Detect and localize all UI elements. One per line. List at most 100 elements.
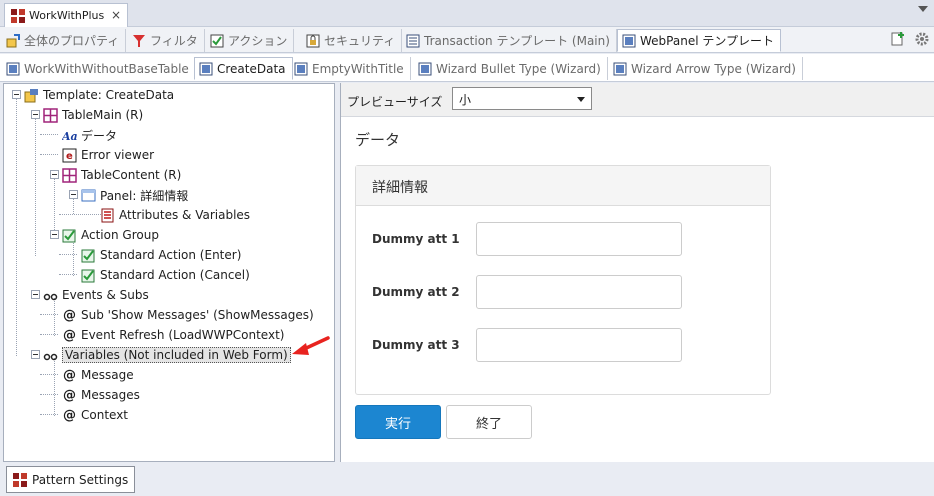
tree-line (73, 198, 74, 214)
attributes-icon (100, 208, 115, 223)
new-document-icon[interactable] (890, 31, 906, 47)
tree-line (40, 134, 58, 135)
tab-label: フィルタ (150, 34, 198, 48)
svg-text:Aa: Aa (62, 130, 77, 143)
close-icon[interactable]: × (111, 8, 121, 22)
action-icon (81, 248, 96, 263)
tab-label: EmptyWithTitle (312, 61, 404, 76)
tree-node-context[interactable]: @ Context (62, 406, 128, 424)
tree-expander[interactable] (31, 110, 40, 119)
tree-node-tablecontent[interactable]: TableContent (R) (62, 166, 181, 184)
tab-wizard-arrow[interactable]: Wizard Arrow Type (Wizard) (609, 57, 803, 80)
panel-title: 詳細情報 (356, 166, 770, 206)
webpanel-template-icon (613, 62, 627, 75)
tree-line (54, 178, 55, 236)
close-button[interactable]: 終了 (446, 405, 532, 439)
tree-node-event-refresh[interactable]: @ Event Refresh (LoadWWPContext) (62, 326, 284, 344)
document-tab[interactable]: WorkWithPlus × (4, 3, 128, 27)
tree-node-variables[interactable]: Variables (Not included in Web Form) (43, 346, 291, 364)
tab-webpanel-template[interactable]: WebPanel テンプレート (617, 29, 781, 52)
action-icon (81, 268, 96, 283)
pattern-tabs: 全体のプロパティ フィルタ アクション セキュリティ Transaction テ… (0, 27, 934, 53)
tree-line (54, 358, 55, 416)
panel-icon (81, 188, 96, 203)
preview-size-value: 小 (459, 93, 472, 107)
at-icon: @ (63, 327, 76, 343)
template-icon (24, 88, 39, 103)
tree-node-action-cancel[interactable]: Standard Action (Cancel) (81, 266, 250, 284)
tree-node-panel[interactable]: Panel: 詳細情報 (81, 186, 188, 204)
tree-node-message[interactable]: @ Message (62, 366, 134, 384)
webpanel-template-icon (199, 62, 213, 75)
workwithplus-icon (11, 8, 25, 23)
dummy-att-3-input[interactable] (476, 328, 682, 362)
at-icon: @ (63, 407, 76, 423)
tree-node-attributes[interactable]: Attributes & Variables (100, 206, 250, 224)
field-label-3: Dummy att 3 (372, 338, 460, 352)
pattern-settings-label: Pattern Settings (32, 472, 129, 487)
at-icon: @ (63, 307, 76, 323)
at-icon: @ (63, 387, 76, 403)
tab-label: 全体のプロパティ (24, 34, 120, 48)
execute-button[interactable]: 実行 (355, 405, 441, 439)
table-icon (62, 167, 77, 183)
workwithplus-icon (13, 472, 27, 487)
tab-action[interactable]: アクション (206, 29, 295, 52)
tree-expander[interactable] (69, 190, 78, 199)
tree-node-action-group[interactable]: Action Group (62, 226, 159, 244)
tree-line (40, 394, 58, 395)
bottom-bar: Pattern Settings (0, 462, 934, 496)
tree-expander[interactable] (31, 290, 40, 299)
toolbar (890, 31, 930, 47)
security-icon (306, 34, 320, 47)
dummy-att-2-input[interactable] (476, 275, 682, 309)
webpanel-template-icon (294, 62, 308, 75)
field-label-1: Dummy att 1 (372, 232, 460, 246)
tab-filter[interactable]: フィルタ (128, 29, 205, 52)
chevron-down-icon[interactable] (918, 6, 928, 12)
properties-icon (6, 33, 20, 47)
preview-size-select[interactable]: 小 (452, 87, 592, 110)
preview-toolbar: プレビューサイズ 小 (341, 83, 934, 117)
tab-transaction-template[interactable]: Transaction テンプレート (Main) (402, 29, 617, 52)
tree-node-action-enter[interactable]: Standard Action (Enter) (81, 246, 241, 264)
tab-label: Wizard Bullet Type (Wizard) (436, 61, 601, 76)
tree-node-tablemain[interactable]: TableMain (R) (43, 106, 143, 124)
table-icon (43, 107, 58, 123)
tab-security[interactable]: セキュリティ (302, 29, 403, 52)
tree-node-error-viewer[interactable]: e Error viewer (62, 146, 154, 164)
tree-line (40, 154, 58, 155)
tab-properties[interactable]: 全体のプロパティ (2, 29, 127, 52)
tab-emptywithtitle[interactable]: EmptyWithTitle (290, 57, 411, 80)
gear-icon[interactable] (914, 31, 930, 47)
at-icon: @ (63, 367, 76, 383)
red-arrow-icon (292, 336, 330, 355)
transaction-template-icon (406, 34, 420, 47)
tree-node-data-text[interactable]: Aa データ (62, 126, 117, 144)
tab-label: WebPanel テンプレート (640, 34, 774, 48)
tab-label: Transaction テンプレート (Main) (424, 34, 610, 48)
tree-expander[interactable] (50, 230, 59, 239)
tab-label: セキュリティ (324, 34, 396, 48)
detail-panel: 詳細情報 Dummy att 1 Dummy att 2 Dummy att 3 (355, 165, 771, 395)
tab-workwithwithoutbasetable[interactable]: WorkWithWithoutBaseTable (2, 57, 196, 80)
tree-node-sub-show-messages[interactable]: @ Sub 'Show Messages' (ShowMessages) (62, 306, 314, 324)
tab-wizard-bullet[interactable]: Wizard Bullet Type (Wizard) (414, 57, 608, 80)
action-icon (210, 34, 224, 47)
action-group-icon (62, 228, 77, 243)
preview-size-label: プレビューサイズ (347, 95, 443, 109)
dummy-att-1-input[interactable] (476, 222, 682, 256)
tree-expander[interactable] (12, 90, 21, 99)
webpanel-template-icon (418, 62, 432, 75)
field-label-2: Dummy att 2 (372, 285, 460, 299)
tab-label: Wizard Arrow Type (Wizard) (631, 61, 796, 76)
tree-expander[interactable] (50, 170, 59, 179)
tree-expander[interactable] (31, 350, 40, 359)
tree-line (16, 98, 17, 356)
tree-node-template[interactable]: Template: CreateData (24, 86, 174, 104)
tree-node-messages[interactable]: @ Messages (62, 386, 140, 404)
tree-node-events-subs[interactable]: Events & Subs (43, 286, 149, 304)
webpanel-template-icon (622, 34, 636, 47)
tab-createdata[interactable]: CreateData (194, 57, 293, 80)
pattern-settings-button[interactable]: Pattern Settings (6, 466, 136, 493)
